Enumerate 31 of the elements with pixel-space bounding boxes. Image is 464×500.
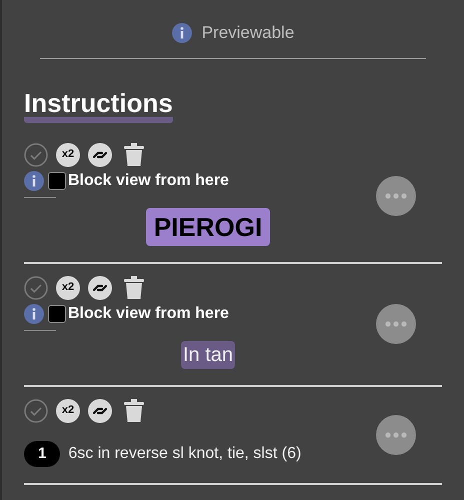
link-icon[interactable] [88,276,112,300]
step-text: 6sc in reverse sl knot, tie, slst (6) [68,444,302,464]
info-icon [24,170,44,190]
trash-icon[interactable] [124,276,144,300]
more-button[interactable] [376,176,416,216]
check-icon[interactable] [24,398,48,422]
tag-label: In tan [180,340,236,368]
ellipsis-icon [385,193,407,199]
more-button[interactable] [376,304,416,344]
trash-icon[interactable] [124,142,144,166]
previewable-label: Previewable [202,22,294,44]
block-label: Block view from here [68,170,229,190]
ellipsis-icon [385,432,407,438]
info-icon [172,22,192,43]
check-icon[interactable] [24,142,48,166]
section-title: Instructions [24,88,173,122]
step-number: 1 [24,440,60,467]
link-icon[interactable] [88,398,112,422]
tag-label: PIEROGI [146,208,270,246]
more-button[interactable] [376,414,416,455]
checkbox[interactable] [48,172,66,190]
block-label: Block view from here [68,304,229,324]
repeat-button[interactable]: x2 [56,142,80,166]
link-icon[interactable] [88,142,112,166]
repeat-button[interactable]: x2 [56,276,80,300]
repeat-button[interactable]: x2 [56,398,80,422]
trash-icon[interactable] [124,398,144,422]
check-icon[interactable] [24,276,48,300]
checkbox[interactable] [48,304,66,322]
info-icon [24,304,44,324]
ellipsis-icon [385,321,407,327]
